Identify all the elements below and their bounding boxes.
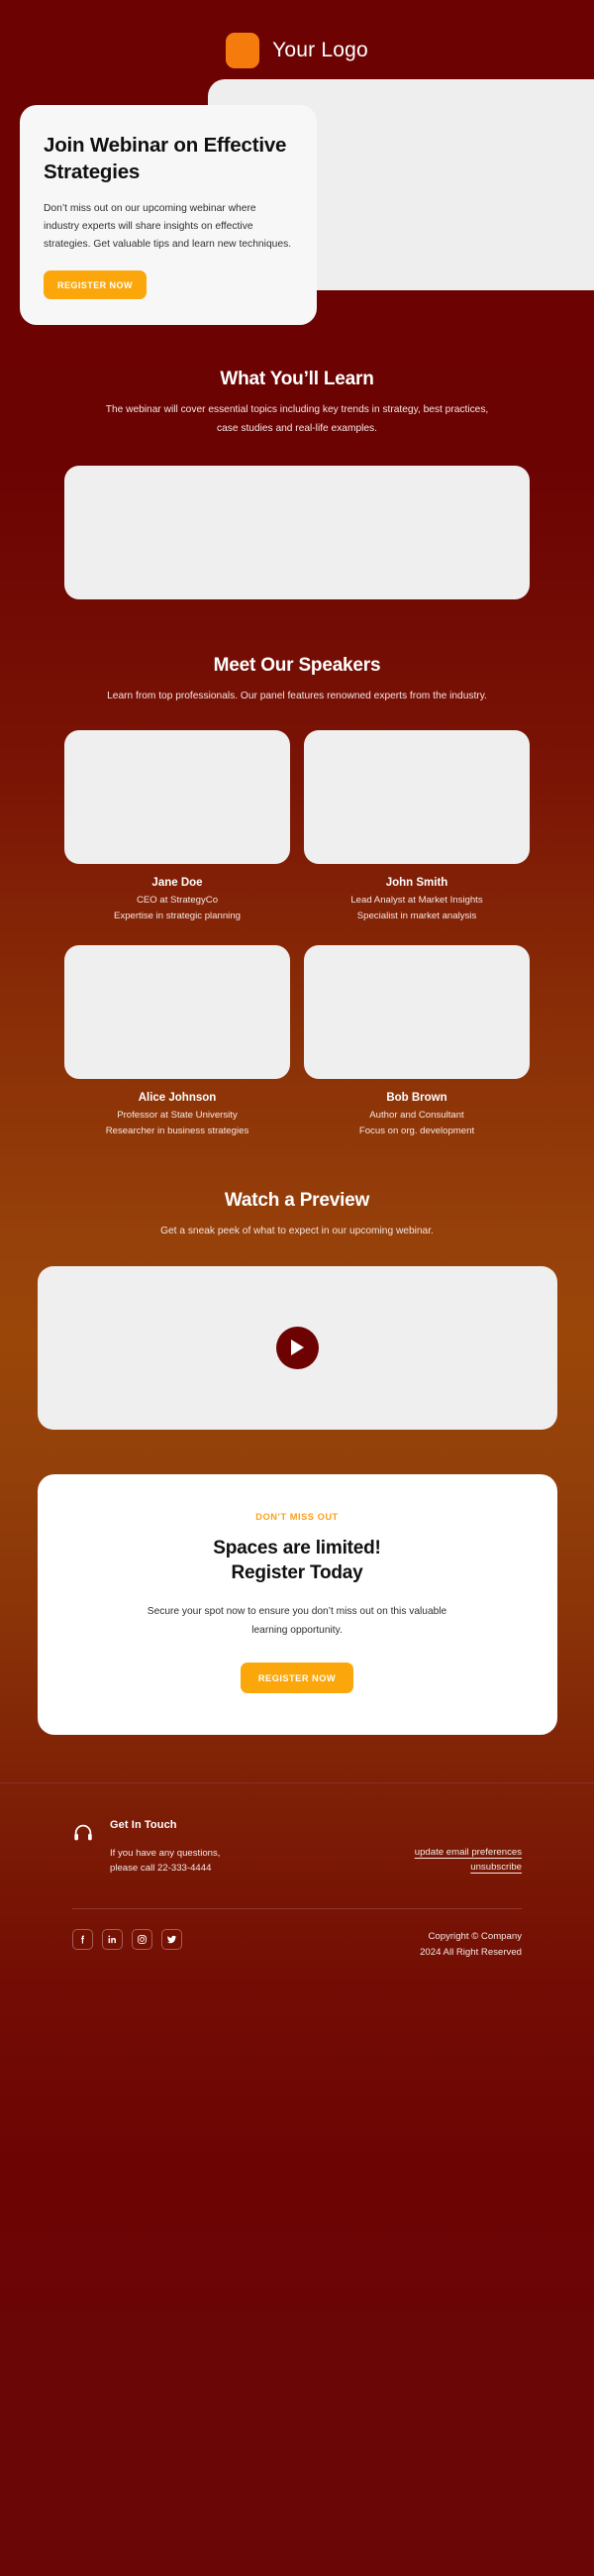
speakers-subtitle: Learn from top professionals. Our panel … [107,690,487,701]
contact-line-1: If you have any questions, [110,1847,221,1859]
speaker-name: John Smith [385,876,448,889]
cta-body: Secure your spot now to ensure you don’t… [147,1605,447,1636]
speaker-photo-placeholder [304,944,530,1079]
social-link-linkedin[interactable] [102,1929,123,1951]
cta-title-line-1: Spaces are limited! [213,1537,381,1558]
hero-section: Join Webinar on Effective Strategies Don… [0,79,594,327]
contact-text: If you have any questions, please call 2… [110,1846,220,1877]
speaker-card[interactable]: Bob Brown Author and Consultant Focus on… [304,944,530,1136]
unsubscribe-link[interactable]: unsubscribe [415,1860,522,1876]
speaker-note: Focus on org. development [358,1125,475,1136]
play-button[interactable] [275,1326,319,1369]
twitter-icon [166,1936,177,1944]
learn-subtitle: The webinar will cover essential topics … [105,404,489,434]
learn-image-placeholder [64,465,530,599]
instagram-icon [138,1935,147,1945]
hero-register-button[interactable]: REGISTER NOW [44,270,147,300]
footer-bottom: Copyright © Company 2024 All Right Reser… [72,1929,522,1961]
learn-title: What You’ll Learn [220,369,374,389]
speaker-note: Researcher in business strategies [105,1125,249,1136]
speakers-title: Meet Our Speakers [213,654,381,676]
brand-logo-text: Your Logo [272,39,368,61]
footer-divider [72,1908,522,1910]
hero-title: Join Webinar on Effective Strategies [44,134,287,184]
preview-section: Watch a Preview Get a sneak peek of what… [0,1136,594,1430]
footer-links: update email preferences unsubscribe [415,1845,522,1877]
cta-register-button[interactable]: REGISTER NOW [240,1662,354,1693]
social-link-twitter[interactable] [161,1929,182,1951]
cta-card: DON’T MISS OUT Spaces are limited! Regis… [37,1473,557,1735]
learn-section: What You’ll Learn The webinar will cover… [0,327,594,599]
email-page: Your Logo Join Webinar on Effective Stra… [0,0,594,2576]
copyright-line-1: Copyright © Company [428,1931,522,1943]
speaker-role: CEO at StrategyCo [136,894,219,906]
contact-text-block: Get In Touch If you have any questions, … [110,1819,220,1877]
speaker-role: Author and Consultant [369,1109,464,1121]
cta-eyebrow: DON’T MISS OUT [255,1511,339,1522]
hero-card: Join Webinar on Effective Strategies Don… [20,105,317,326]
copyright-line-2: 2024 All Right Reserved [420,1947,522,1959]
preview-subtitle: Get a sneak peek of what to expect in ou… [160,1225,434,1236]
update-email-preferences-link[interactable]: update email preferences [415,1845,522,1861]
linkedin-icon [108,1935,116,1944]
copyright: Copyright © Company 2024 All Right Reser… [420,1929,522,1961]
contact-line-2: please call 22-333-4444 [110,1862,212,1874]
cta-title: Spaces are limited! Register Today [77,1536,518,1586]
speaker-card[interactable]: Jane Doe CEO at StrategyCo Expertise in … [64,729,290,921]
contact-block: Get In Touch If you have any questions, … [72,1819,220,1877]
cta-title-line-2: Register Today [231,1562,363,1584]
speaker-photo-placeholder [304,729,530,864]
speaker-role: Lead Analyst at Market Insights [350,894,483,906]
headphones-icon [72,1822,94,1849]
speaker-name: Bob Brown [386,1091,447,1104]
cta-section: DON’T MISS OUT Spaces are limited! Regis… [0,1430,594,1735]
speaker-card[interactable]: John Smith Lead Analyst at Market Insigh… [304,729,530,921]
speaker-name: Alice Johnson [138,1091,217,1104]
speakers-section: Meet Our Speakers Learn from top profess… [0,599,594,1136]
footer-top: Get In Touch If you have any questions, … [72,1819,522,1877]
speaker-card[interactable]: Alice Johnson Professor at State Univers… [64,944,290,1136]
contact-title: Get In Touch [110,1818,177,1831]
speaker-note: Expertise in strategic planning [114,910,241,921]
preview-title: Watch a Preview [224,1189,370,1211]
speaker-grid: Jane Doe CEO at StrategyCo Expertise in … [64,729,530,1136]
speaker-photo-placeholder [64,944,290,1079]
brand-logo-icon [226,33,260,68]
hero-body: Don’t miss out on our upcoming webinar w… [44,203,292,251]
play-icon [291,1340,304,1355]
facebook-icon [81,1935,84,1944]
social-link-instagram[interactable] [132,1929,152,1951]
speaker-name: Jane Doe [151,876,203,889]
video-preview-frame[interactable] [37,1265,557,1430]
footer: Get In Touch If you have any questions, … [0,1781,594,1961]
speaker-role: Professor at State University [117,1109,238,1121]
header: Your Logo [0,0,594,68]
speaker-photo-placeholder [64,729,290,864]
social-links [72,1929,182,1951]
social-link-facebook[interactable] [72,1929,93,1951]
speaker-note: Specialist in market analysis [356,910,477,921]
